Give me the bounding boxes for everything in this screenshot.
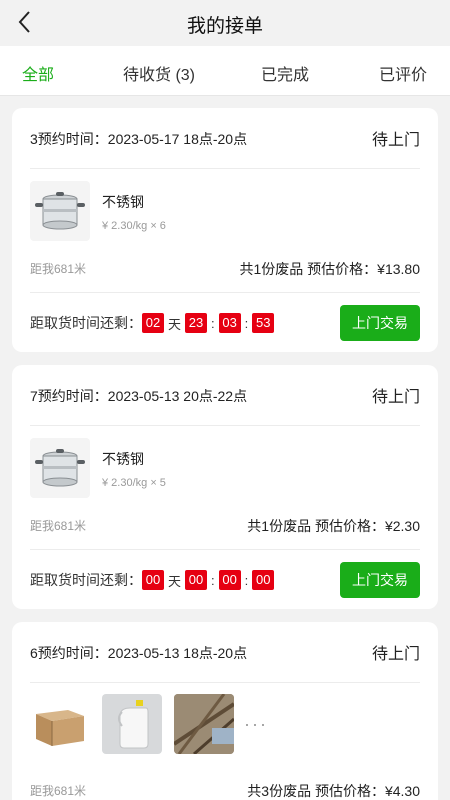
- order-card[interactable]: 3预约时间：2023-05-17 18点-20点 待上门 不锈钢 ¥ 2.30/…: [12, 108, 438, 352]
- order-card[interactable]: 6预约时间：2023-05-13 18点-20点 待上门 ··· 距我681米 …: [12, 622, 438, 800]
- divider: [30, 168, 420, 169]
- order-status: 待上门: [371, 646, 420, 663]
- scrap-wood-image: [174, 694, 234, 754]
- colon-separator: :: [244, 572, 249, 588]
- tab-pending-receipt[interactable]: 待收货 (3): [123, 61, 195, 85]
- tab-reviewed[interactable]: 已评价: [379, 61, 427, 85]
- colon-separator: :: [211, 572, 215, 588]
- tab-bar: 全部 待收货 (3) 已完成 已评价: [0, 46, 450, 96]
- divider: [30, 425, 420, 426]
- countdown-minutes: 03: [218, 313, 241, 333]
- countdown-label: 距取货时间还剩：: [30, 315, 142, 331]
- steamer-pot-image: [30, 438, 90, 498]
- divider: [30, 549, 420, 550]
- item-price: ¥ 2.30/kg × 6: [102, 220, 166, 232]
- plastic-jug-image: [102, 694, 162, 754]
- pickup-countdown: 距取货时间还剩： 00 天 00 : 00 : 00: [30, 569, 275, 591]
- distance-label: 距我681米: [30, 262, 87, 276]
- day-unit: 天: [168, 573, 182, 589]
- countdown-minutes: 00: [218, 570, 241, 590]
- pickup-countdown: 距取货时间还剩： 02 天 23 : 03 : 53: [30, 312, 275, 334]
- countdown-days: 02: [142, 313, 164, 333]
- appointment-time: 6预约时间：2023-05-13 18点-20点: [30, 645, 248, 661]
- divider: [30, 292, 420, 293]
- order-card[interactable]: 7预约时间：2023-05-13 20点-22点 待上门 不锈钢 ¥ 2.30/…: [12, 365, 438, 609]
- countdown-seconds: 00: [252, 570, 275, 590]
- order-header: 7预约时间：2023-05-13 20点-22点 待上门: [30, 383, 420, 407]
- top-bar: 我的接单: [0, 0, 450, 46]
- cardboard-box-image: [30, 694, 90, 754]
- appointment-time: 7预约时间：2023-05-13 20点-22点: [30, 388, 248, 404]
- countdown-hours: 23: [185, 313, 208, 333]
- order-header: 6预约时间：2023-05-13 18点-20点 待上门: [30, 640, 420, 664]
- distance-label: 距我681米: [30, 784, 87, 798]
- countdown-label: 距取货时间还剩：: [30, 572, 142, 588]
- order-header: 3预约时间：2023-05-17 18点-20点 待上门: [30, 126, 420, 150]
- order-status: 待上门: [371, 132, 420, 149]
- colon-separator: :: [244, 315, 249, 331]
- tab-completed[interactable]: 已完成: [261, 61, 309, 85]
- onsite-trade-button[interactable]: 上门交易: [340, 562, 420, 598]
- onsite-trade-button[interactable]: 上门交易: [340, 305, 420, 341]
- countdown-hours: 00: [185, 570, 208, 590]
- countdown-seconds: 53: [252, 313, 275, 333]
- divider: [30, 682, 420, 683]
- item-name: 不锈钢: [102, 451, 144, 467]
- distance-label: 距我681米: [30, 519, 87, 533]
- colon-separator: :: [211, 315, 215, 331]
- day-unit: 天: [168, 316, 182, 332]
- item-price: ¥ 2.30/kg × 5: [102, 477, 166, 489]
- appointment-time: 3预约时间：2023-05-17 18点-20点: [30, 131, 248, 147]
- order-summary: 共1份废品 预估价格：¥2.30: [247, 518, 420, 534]
- order-status: 待上门: [371, 389, 420, 406]
- tab-all[interactable]: 全部: [22, 61, 54, 85]
- order-summary: 共1份废品 预估价格：¥13.80: [239, 261, 421, 277]
- page-title: 我的接单: [186, 16, 263, 37]
- steamer-pot-image: [30, 181, 90, 241]
- order-summary: 共3份废品 预估价格：¥4.30: [247, 783, 420, 799]
- countdown-days: 00: [142, 570, 164, 590]
- more-items-indicator: ···: [244, 714, 268, 734]
- item-name: 不锈钢: [102, 194, 144, 210]
